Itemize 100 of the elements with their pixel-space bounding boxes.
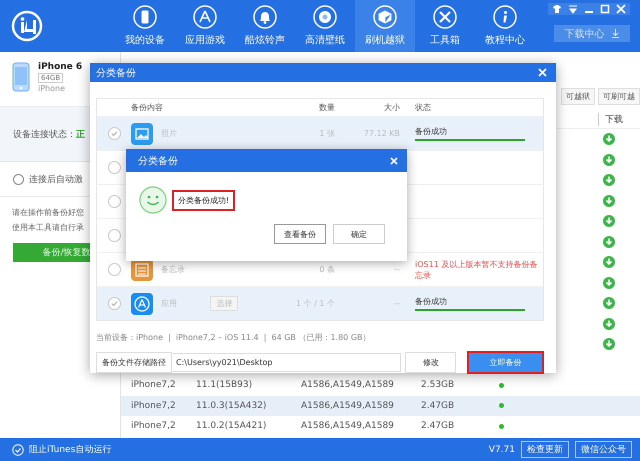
block-itunes-label: 阻止iTunes自动运行 [29, 444, 112, 456]
auto-activate-radio[interactable] [13, 174, 24, 184]
nav-tab[interactable]: 酷炫铃声 [235, 0, 295, 52]
table-cell-text: A1586,A1549,A1589 [300, 400, 395, 411]
path-field[interactable]: C:\Users\yy021\Desktop [172, 353, 402, 372]
table-cell-text: iPhone7,2 [130, 421, 177, 432]
status-text: 备份成功 [415, 296, 448, 307]
app-icon [193, 5, 217, 29]
info-icon [493, 5, 517, 29]
status-text: iOS11 及以上版本暂不支持备份备忘录 [415, 258, 538, 280]
connection-status: 正 [76, 128, 85, 140]
download-icon[interactable] [602, 256, 614, 268]
table-cell-text: 11.1(15B93) [195, 380, 254, 390]
table-cell-text: 2.47GB [420, 400, 456, 411]
device-type: iPhone [38, 84, 66, 93]
item-size: -- [394, 265, 400, 274]
box-icon [373, 5, 397, 29]
item-count: 1 张 [319, 129, 335, 138]
selected-row[interactable]: iPhone7,2 11.0.3(15A432) A1586,A1549,A1589 2.47GB [121, 396, 640, 416]
nav-tab[interactable]: 刷机越狱 [355, 0, 415, 52]
notice-text: 使用本工具请自行承 [12, 222, 84, 233]
table-cell-text: A1586,A1549,A1589 [300, 380, 395, 390]
check-circle-icon[interactable] [12, 444, 24, 456]
nav-tab[interactable]: 我的设备 [115, 0, 175, 52]
image-icon [131, 122, 153, 144]
dialog-title: 分类备份 [96, 66, 136, 80]
status-bar-button[interactable]: 检查更新 [521, 441, 569, 458]
table-cell-text: 11.0.2(15A421) [195, 421, 268, 432]
phone-icon [133, 5, 157, 29]
app-icon [131, 292, 153, 314]
download-icon [610, 29, 620, 38]
column-header: 大小 [383, 102, 400, 113]
checkbox[interactable] [108, 195, 120, 208]
nav-tab[interactable]: 教程中心 [475, 0, 535, 52]
column-header: 状态 [415, 102, 432, 113]
connection-label: 设备连接状态： [13, 128, 76, 140]
device-info: 当前设备：iPhone | iPhone7,2 – iOS 11.4 | 64 GB （已用：1.80 GB） [96, 332, 372, 343]
close-icon[interactable] [538, 68, 547, 77]
column-header: 数量 [318, 102, 335, 113]
filter-tab[interactable]: 可越狱 [561, 88, 595, 105]
maximize-icon[interactable] [600, 4, 610, 14]
item-size: 77.12 KB [364, 129, 400, 138]
item-name: 应用 [160, 298, 178, 309]
device-name: iPhone 6 [38, 62, 82, 72]
filter-tab[interactable]: 可刷可越 [598, 88, 640, 105]
success-message: 分类备份成功! [172, 190, 236, 210]
table-cell-text: iPhone7,2 [130, 400, 177, 411]
download-icon[interactable] [602, 276, 614, 289]
checkbox[interactable] [108, 127, 120, 140]
dialog-title: 分类备份 [138, 154, 178, 168]
download-icon[interactable] [602, 318, 614, 330]
table-cell-text: 2.47GB [420, 421, 456, 432]
status-bar-button[interactable]: 微信公众号 [575, 441, 632, 458]
close-icon[interactable] [616, 4, 626, 14]
dialog-button[interactable]: 查看备份 [274, 224, 326, 244]
nav-tab[interactable]: 工具箱 [415, 0, 475, 52]
status-dot [498, 424, 504, 429]
smiley-icon [139, 186, 167, 214]
skin-icon[interactable] [552, 4, 562, 14]
item-size: -- [394, 299, 400, 308]
table-cell-text: 2.53GB [420, 380, 456, 390]
nav-tab[interactable]: 应用游戏 [175, 0, 235, 52]
item-count: 0 条 [319, 265, 335, 274]
version-text: V7.71 [488, 444, 515, 454]
status-dot [498, 403, 504, 408]
download-icon[interactable] [602, 174, 614, 186]
modify-button[interactable]: 修改 [405, 352, 456, 373]
notice-text: 请在操作前备份好您 [12, 207, 84, 218]
dialog-button[interactable]: 确定 [333, 224, 385, 244]
column-header: 备份内容 [131, 102, 164, 113]
download-icon[interactable] [602, 215, 614, 228]
close-icon[interactable] [390, 156, 398, 164]
item-count: 1 个 / 1 个 [296, 299, 335, 308]
table-cell-text: iPhone7,2 [130, 380, 177, 390]
checkbox[interactable] [108, 263, 120, 276]
download-icon[interactable] [602, 194, 614, 207]
checkbox[interactable] [108, 297, 120, 310]
phone-icon [12, 62, 30, 92]
backup-now-button[interactable]: 立即备份 [467, 351, 544, 374]
bell-icon [253, 5, 277, 29]
dropdown-icon[interactable] [568, 4, 578, 14]
nav-tab[interactable]: 高清壁纸 [295, 0, 355, 52]
download-icon[interactable] [602, 236, 614, 248]
download-icon[interactable] [602, 338, 614, 350]
download-icon[interactable] [602, 154, 614, 166]
checkbox[interactable] [108, 161, 120, 174]
table-cell-text: A1586,A1549,A1589 [300, 421, 395, 432]
logo-icon [11, 10, 43, 42]
item-name: 照片 [160, 128, 178, 139]
download-icon[interactable] [602, 297, 614, 310]
status-dot [498, 382, 504, 388]
auto-activate-label: 连接后自动激 [29, 174, 83, 186]
item-name: 备忘录 [160, 264, 186, 275]
column-header: 下载 [598, 112, 623, 126]
download-center-button[interactable]: 下载中心 [554, 25, 630, 42]
download-icon[interactable] [602, 133, 614, 146]
table-cell-text: 11.0.3(15A432) [195, 400, 268, 411]
checkbox[interactable] [108, 229, 120, 242]
status-text: 备份成功 [415, 126, 448, 137]
path-label: 备份文件存储路径 [96, 352, 172, 373]
